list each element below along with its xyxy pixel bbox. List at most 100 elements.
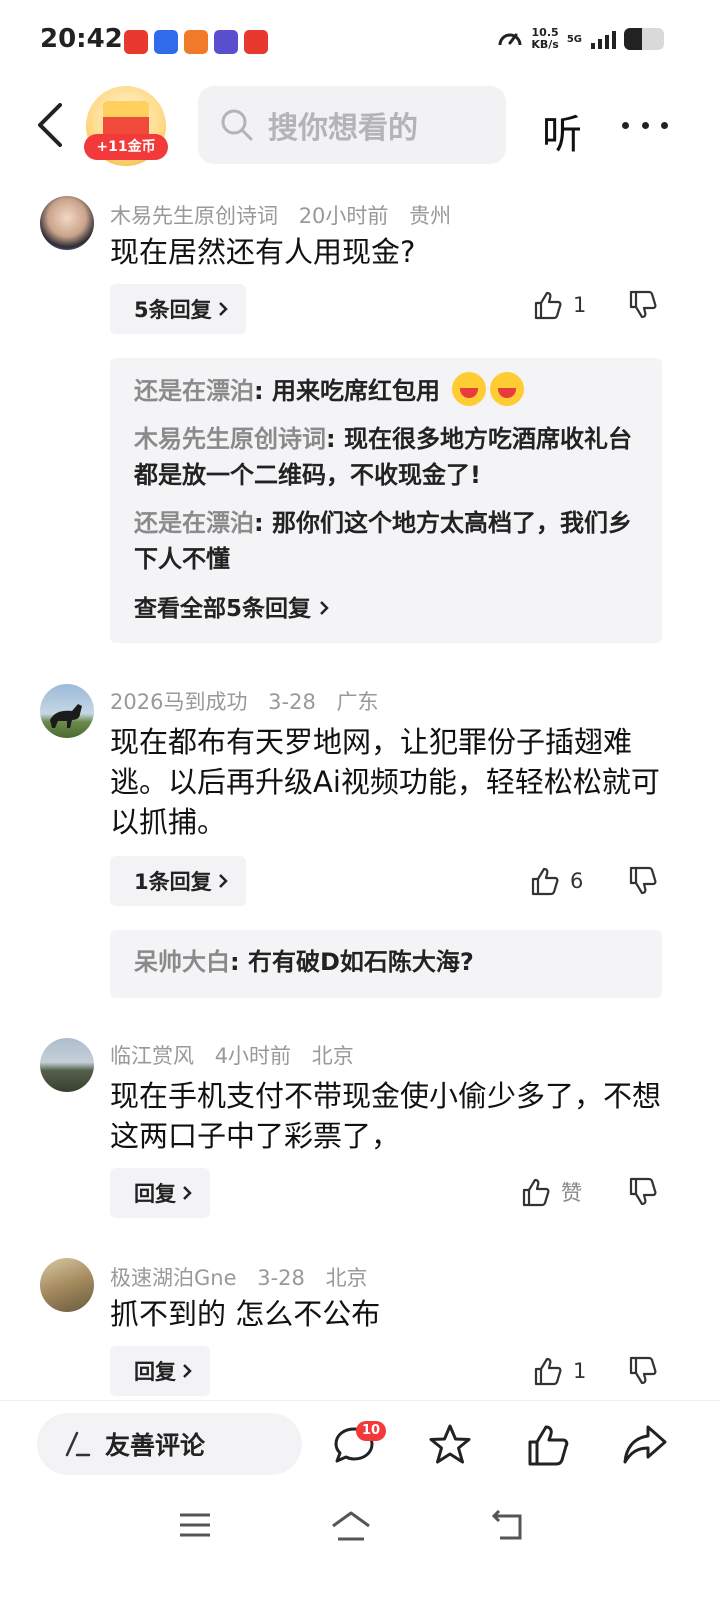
reply-count-label: 1条回复 (134, 870, 212, 894)
status-indicators: 10.5 KB/s 5G (497, 26, 664, 52)
thumbs-down-icon (629, 1177, 657, 1206)
back-nav-button[interactable] (490, 1509, 524, 1546)
like-article-button[interactable] (526, 1423, 570, 1471)
comment-location: 北京 (311, 1044, 354, 1068)
comment-input-label: 友善评论 (105, 1431, 206, 1460)
more-dot (661, 121, 668, 129)
avatar[interactable] (40, 196, 94, 250)
chevron-right-icon (183, 1364, 192, 1378)
like-count: 1 (573, 1359, 587, 1383)
reply-button[interactable]: 回复 (110, 1168, 210, 1218)
comment-text[interactable]: 现在都布有天罗地网，让犯罪份子插翅难逃。以后再升级Ai视频功能，轻轻松松就可以抓… (110, 722, 670, 842)
reply-item[interactable]: 还是在漂泊: 那你们这个地方太高档了，我们乡下人不懂 (134, 505, 638, 577)
favorite-button[interactable] (428, 1423, 472, 1471)
network-speed: 10.5 KB/s (531, 27, 558, 51)
comment-text[interactable]: 现在居然还有人用现金? (110, 232, 670, 272)
listen-button[interactable]: 听 (542, 102, 582, 160)
reply-author[interactable]: 木易先生原创诗词 (134, 425, 326, 453)
thumbs-down-icon (629, 866, 657, 895)
reply-item[interactable]: 呆帅大白: 冇有破D如石陈大海? (134, 944, 638, 980)
more-icon[interactable] (622, 100, 668, 150)
comment-time: 4小时前 (214, 1044, 292, 1068)
baidu-icon (154, 30, 178, 54)
reply-count-label: 5条回复 (134, 298, 212, 322)
comment-time: 3-28 (257, 1266, 305, 1290)
reply-text: 冇有破D如石陈大海? (247, 948, 474, 976)
network-label: 5G (566, 33, 582, 45)
dislike-button[interactable] (628, 866, 658, 900)
thumbs-up-icon (528, 1425, 569, 1466)
signal-icon (591, 31, 616, 49)
comment-location: 广东 (336, 690, 379, 714)
comment-user[interactable]: 临江赏风 (110, 1044, 194, 1068)
comment-location: 贵州 (409, 204, 452, 228)
status-app-icons (124, 30, 268, 54)
back-arrow-icon (491, 1509, 522, 1540)
reply-button[interactable]: 回复 (110, 1346, 210, 1396)
avatar[interactable] (40, 1038, 94, 1092)
network-type: 5G (567, 34, 582, 45)
home-icon (332, 1511, 370, 1541)
bottom-action-bar: 友善评论 10 (0, 1400, 720, 1486)
speedometer-icon (498, 33, 522, 46)
share-arrow-icon (623, 1425, 667, 1464)
system-navigation-bar (0, 1486, 720, 1608)
toutiao-icon (124, 30, 148, 54)
back-button[interactable] (26, 98, 74, 152)
comment-text[interactable]: 抓不到的 怎么不公布 (110, 1294, 670, 1334)
share-button[interactable] (622, 1423, 668, 1471)
horse-avatar-image (50, 704, 82, 728)
chevron-right-icon (218, 874, 228, 888)
see-all-replies-link[interactable]: 查看全部5条回复 (134, 589, 638, 623)
thumbs-down-icon (629, 1356, 657, 1385)
comment-text[interactable]: 现在手机支付不带现金使小偷少多了，不想这两口子中了彩票了， (110, 1076, 670, 1156)
top-nav: +11金币 搜你想看的 听 (0, 84, 720, 174)
menu-icon (180, 1513, 210, 1537)
avatar[interactable] (40, 684, 94, 738)
like-button[interactable]: 1 (533, 290, 586, 320)
search-icon (221, 109, 253, 141)
reply-author[interactable]: 还是在漂泊 (134, 377, 254, 405)
reply-count-button[interactable]: 5条回复 (110, 284, 246, 334)
coin-reward-button[interactable]: +11金币 (84, 84, 168, 166)
comment-meta: 2026马到成功 3-28 广东 (110, 686, 393, 716)
chevron-right-icon (320, 601, 329, 615)
more-dot (622, 121, 629, 129)
comment-user[interactable]: 木易先生原创诗词 (110, 204, 278, 228)
reply-item[interactable]: 还是在漂泊: 用来吃席红包用 (134, 372, 638, 409)
laughing-emoji-icon (490, 372, 525, 406)
like-button[interactable]: 赞 (521, 1177, 582, 1207)
menu-button[interactable] (178, 1510, 212, 1544)
status-time: 20:42 (40, 24, 123, 54)
like-button[interactable]: 1 (533, 1356, 586, 1386)
thumbs-up-icon (534, 1357, 562, 1386)
chevron-right-icon (218, 302, 228, 316)
dislike-button[interactable] (628, 1356, 658, 1390)
reply-item[interactable]: 木易先生原创诗词: 现在很多地方吃酒席收礼台都是放一个二维码，不收现金了! (134, 421, 638, 493)
reply-panel: 呆帅大白: 冇有破D如石陈大海? (110, 930, 662, 998)
see-all-label: 查看全部5条回复 (134, 596, 312, 622)
comment-user[interactable]: 极速湖泊Gne (110, 1266, 237, 1290)
chevron-left-icon (38, 103, 62, 147)
dislike-button[interactable] (628, 290, 658, 324)
like-button[interactable]: 6 (530, 866, 583, 896)
dislike-button[interactable] (628, 1177, 658, 1211)
pencil-icon (65, 1431, 91, 1457)
comment-meta: 临江赏风 4小时前 北京 (110, 1040, 368, 1070)
like-count: 赞 (561, 1181, 582, 1205)
thumbs-up-icon (522, 1178, 550, 1207)
thumbs-up-icon (534, 291, 562, 320)
reply-count-button[interactable]: 1条回复 (110, 856, 246, 906)
comment-location: 北京 (325, 1266, 368, 1290)
home-button[interactable] (330, 1510, 372, 1546)
reply-author[interactable]: 还是在漂泊 (134, 509, 254, 537)
game2-icon (214, 30, 238, 54)
comment-input[interactable]: 友善评论 (37, 1413, 302, 1475)
coin-badge: +11金币 (84, 134, 168, 160)
reply-panel: 还是在漂泊: 用来吃席红包用 木易先生原创诗词: 现在很多地方吃酒席收礼台都是放… (110, 358, 662, 643)
reply-author[interactable]: 呆帅大白 (134, 948, 230, 976)
battery-fill (624, 28, 642, 50)
avatar[interactable] (40, 1258, 94, 1312)
comment-user[interactable]: 2026马到成功 (110, 690, 247, 714)
search-input[interactable]: 搜你想看的 (198, 86, 506, 164)
